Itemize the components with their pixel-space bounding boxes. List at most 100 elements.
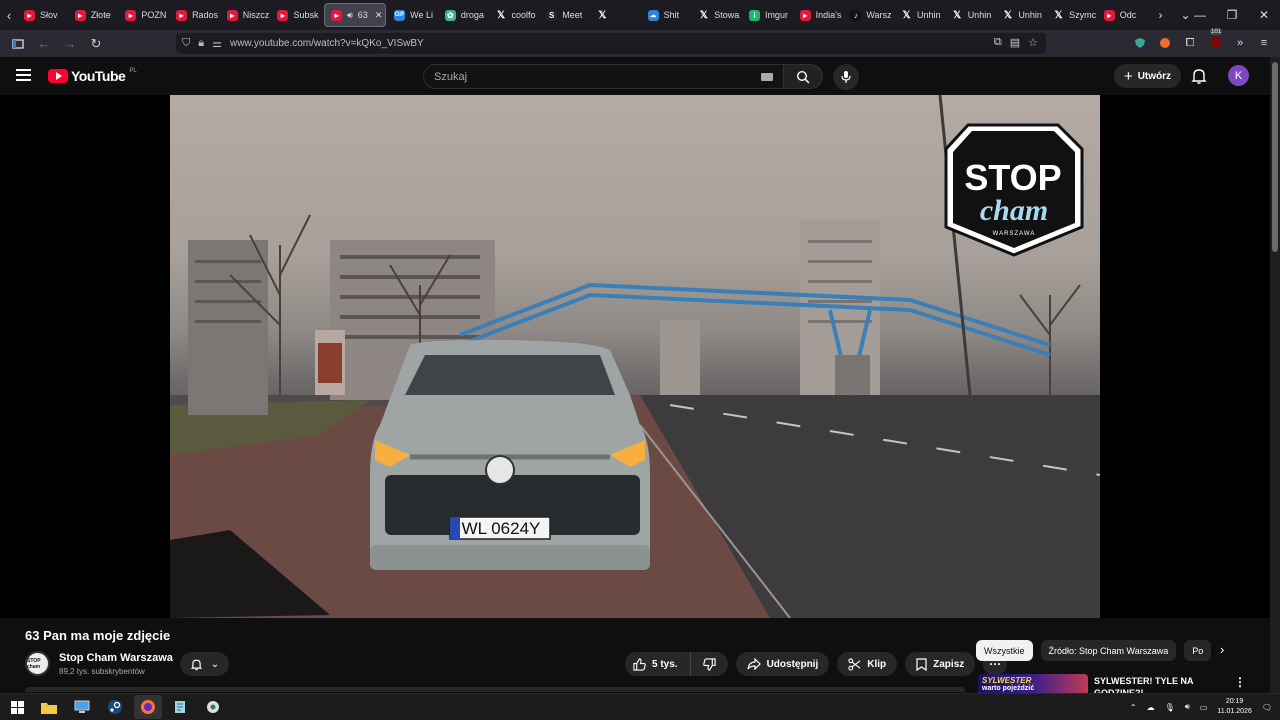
lock-icon[interactable]: 🔒︎: [198, 37, 204, 50]
chips-next-icon[interactable]: ›: [1220, 642, 1224, 657]
region-code: PL: [129, 68, 137, 74]
save-button[interactable]: Zapisz: [905, 652, 976, 676]
browser-tab[interactable]: GIF We Li: [388, 0, 439, 30]
browser-tab[interactable]: 𝕏 Unhin: [946, 0, 997, 30]
video-player[interactable]: WL 0624Y STOP cham WARSZAWA: [0, 95, 1270, 618]
back-icon[interactable]: ←: [32, 32, 56, 56]
bookmark-star-icon[interactable]: ☆: [1028, 36, 1038, 49]
browser-tab[interactable]: ▸ Odc: [1098, 0, 1149, 30]
url-text[interactable]: www.youtube.com/watch?v=kQKo_VISwBY: [230, 38, 424, 49]
like-button[interactable]: 5 tys.: [625, 652, 691, 676]
shield-extension-icon[interactable]: [1130, 33, 1150, 53]
tab-scroll-left-icon[interactable]: ‹: [0, 0, 18, 30]
recommendation-title[interactable]: SYLWESTER! TYLE NA GODZINE?!: [1094, 675, 1214, 693]
browser-tab[interactable]: 𝕏 Szymc: [1047, 0, 1098, 30]
address-bar[interactable]: ⛉ 🔒︎ ⚌ www.youtube.com/watch?v=kQKo_VISw…: [176, 33, 1046, 54]
forward-icon[interactable]: →: [58, 32, 82, 56]
youtube-icon: ▸: [24, 9, 35, 21]
browser-tab[interactable]: ♪ Warsz: [844, 0, 895, 30]
filter-chip[interactable]: Źródło: Stop Cham Warszawa: [1040, 640, 1177, 661]
page-scrollbar[interactable]: [1270, 57, 1280, 720]
search-input[interactable]: Szukaj: [423, 64, 784, 89]
app-menu-icon[interactable]: ≡: [1254, 33, 1274, 53]
firefox-taskbar-icon[interactable]: [134, 695, 162, 719]
browser-tab[interactable]: ▸ Niszcz: [221, 0, 272, 30]
youtube-icon: ▸: [125, 9, 137, 21]
description-box[interactable]: [25, 687, 965, 692]
browser-tab[interactable]: 𝕏: [591, 0, 642, 30]
browser-tab[interactable]: ▸ POZN: [119, 0, 170, 30]
this-pc-icon[interactable]: [73, 698, 91, 716]
close-tab-icon[interactable]: ✕: [375, 10, 383, 21]
notifications-button[interactable]: [1190, 67, 1208, 85]
network-tray-icon[interactable]: ▭: [1200, 703, 1208, 712]
filter-chip[interactable]: Po: [1184, 640, 1211, 661]
browser-tab[interactable]: ▸ Złote: [69, 0, 120, 30]
x-icon: 𝕏: [698, 9, 710, 21]
browser-tab[interactable]: 𝕏 Stowa: [692, 0, 743, 30]
browser-tab[interactable]: 𝕏coolfo: [490, 0, 541, 30]
scrollbar-thumb[interactable]: [1272, 62, 1278, 252]
sidebar-toggle-icon[interactable]: [6, 32, 30, 56]
permissions-icon[interactable]: ⚌: [212, 37, 222, 50]
clip-button[interactable]: Klip: [837, 652, 898, 676]
close-window-icon[interactable]: ✕: [1248, 0, 1280, 30]
dislike-button[interactable]: [690, 652, 728, 676]
microphone-tray-icon[interactable]: 🎙︎: [1165, 703, 1175, 712]
windows-start-icon[interactable]: [8, 698, 26, 716]
channel-name[interactable]: Stop Cham Warszawa: [59, 652, 173, 664]
guide-menu-icon[interactable]: [16, 69, 31, 81]
share-button[interactable]: Udostępnij: [735, 652, 830, 676]
filter-chip[interactable]: Wszystkie: [976, 640, 1033, 661]
subscription-notifications-button[interactable]: ⌄: [180, 652, 229, 676]
steam-icon[interactable]: [106, 698, 124, 716]
browser-tab[interactable]: ▸ Słov: [18, 0, 69, 30]
channel-avatar[interactable]: STOP cham: [25, 651, 50, 676]
notes-app-icon[interactable]: [171, 698, 189, 716]
youtube-logo[interactable]: YouTube PL: [48, 68, 137, 84]
browser-tab[interactable]: 𝕏 Unhin: [895, 0, 946, 30]
fox-extension-icon[interactable]: [1155, 33, 1175, 53]
recommendation-thumbnail[interactable]: SYLWESTER warto pojeździć: [978, 674, 1088, 693]
watermark-line-2: cham: [980, 194, 1048, 227]
browser-tab[interactable]: ✿ droga: [439, 0, 490, 30]
network-tool-icon[interactable]: [204, 698, 222, 716]
reader-view-icon[interactable]: ▤: [1010, 36, 1020, 49]
restore-icon[interactable]: ❐: [1216, 0, 1248, 30]
browser-tab[interactable]: ▸ Rados: [170, 0, 221, 30]
notifications-center-icon[interactable]: 🗨︎: [1262, 703, 1272, 712]
video-frame[interactable]: WL 0624Y STOP cham WARSZAWA: [170, 95, 1100, 618]
browser-tab[interactable]: 𝕏 Unhin: [996, 0, 1047, 30]
account-avatar[interactable]: K: [1228, 65, 1249, 86]
file-explorer-icon[interactable]: [40, 698, 58, 716]
tab-scroll-right-icon[interactable]: ›: [1158, 8, 1162, 22]
tab-audio-icon[interactable]: 🔊︎: [347, 10, 353, 21]
youtube-play-icon: [48, 69, 68, 83]
picture-in-picture-icon[interactable]: ⧉: [994, 36, 1002, 49]
youtube-icon: ▸: [74, 9, 86, 21]
browser-tab[interactable]: ☁ Shit: [642, 0, 693, 30]
extensions-puzzle-icon[interactable]: ⧠: [1180, 33, 1200, 53]
save-label: Zapisz: [933, 658, 965, 670]
recommendation-menu-icon[interactable]: ⋮: [1234, 675, 1246, 689]
ublock-extension-icon[interactable]: 101: [1206, 29, 1226, 53]
voice-search-button[interactable]: [833, 64, 859, 90]
more-tools-icon[interactable]: »: [1230, 33, 1250, 53]
microphone-icon: [841, 71, 851, 83]
search-button[interactable]: [783, 64, 823, 89]
browser-tab[interactable]: i Imgur: [743, 0, 794, 30]
channel-avatar-text: STOP cham: [27, 657, 41, 670]
keyboard-icon[interactable]: [761, 73, 773, 81]
create-button[interactable]: + Utwórz: [1114, 64, 1181, 88]
browser-tab[interactable]: ▸ Subsk: [271, 0, 322, 30]
tray-overflow-icon[interactable]: ⌃: [1130, 703, 1137, 712]
browser-tab[interactable]: S Meet: [540, 0, 591, 30]
speaker-icon[interactable]: 🔊︎: [1185, 702, 1190, 712]
taskbar-clock[interactable]: 20:19 11.01.2026: [1217, 697, 1252, 717]
reload-icon[interactable]: ↻: [84, 32, 108, 56]
browser-tab[interactable]: ▸ 🔊︎ 63 ✕: [324, 3, 387, 27]
onedrive-icon[interactable]: ☁: [1147, 703, 1155, 712]
tracking-protection-icon[interactable]: ⛉: [182, 37, 190, 50]
browser-tab[interactable]: ▸ India's: [794, 0, 845, 30]
minimize-icon[interactable]: —: [1184, 0, 1216, 30]
